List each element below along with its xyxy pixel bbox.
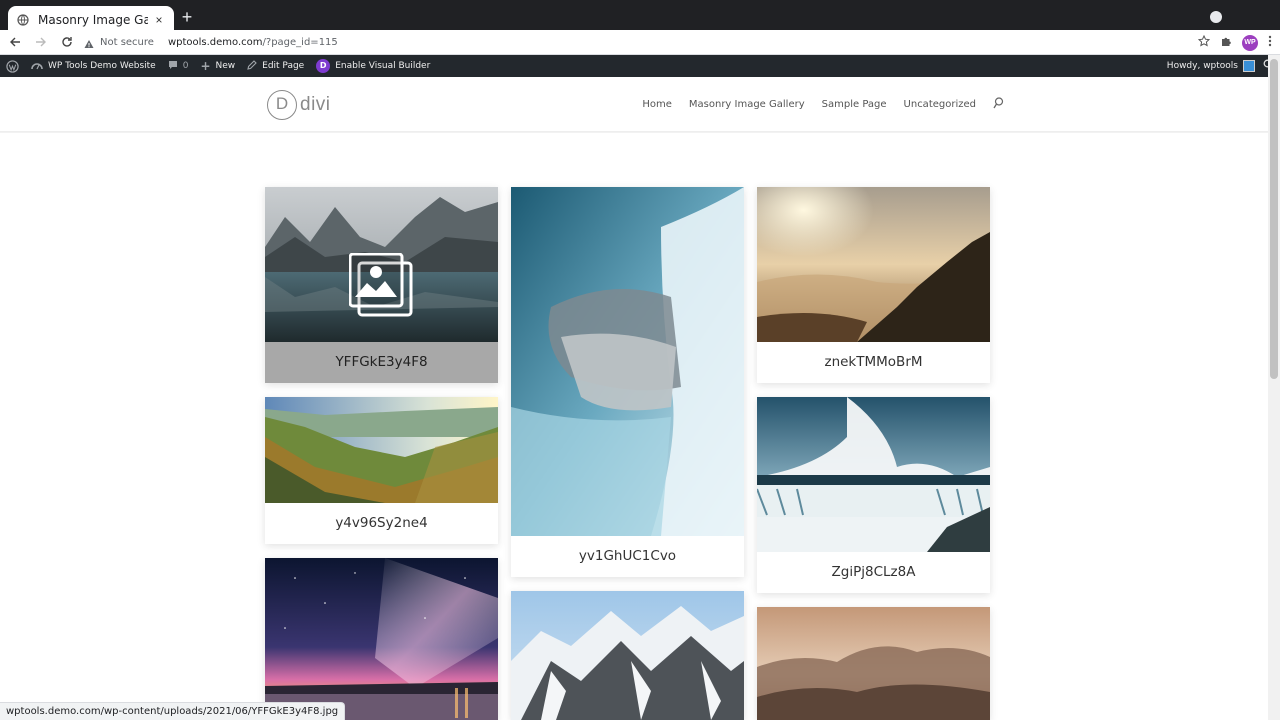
visual-builder-link[interactable]: D Enable Visual Builder [310, 55, 436, 77]
gallery-caption: znekTMMoBrM [824, 354, 923, 370]
warning-icon [84, 36, 94, 54]
wp-admin-bar: WP Tools Demo Website 0 + New Edit Page … [0, 55, 1280, 77]
browser-toolbar: Not secure wptools.demo.com/?page_id=115… [0, 30, 1280, 55]
extensions-puzzle-icon[interactable] [1220, 34, 1232, 52]
gallery-caption: yv1GhUC1Cvo [578, 548, 677, 564]
gallery-image[interactable] [265, 397, 498, 503]
nav-masonry-image-gallery[interactable]: Masonry Image Gallery [689, 99, 805, 110]
gallery-caption: ZgiPj8CLz8A [831, 564, 916, 580]
main-navigation: Home Masonry Image Gallery Sample Page U… [642, 97, 1004, 112]
gallery-item[interactable]: y4v96Sy2ne4 [265, 397, 498, 544]
gallery-item[interactable] [757, 607, 990, 720]
nav-uncategorized[interactable]: Uncategorized [904, 99, 976, 110]
site-name: WP Tools Demo Website [48, 61, 156, 71]
bookmark-star-icon[interactable] [1197, 34, 1211, 52]
gallery-item[interactable] [511, 591, 744, 720]
url-host: wptools.demo.com [167, 37, 263, 48]
browser-tabstrip: Masonry Image Gallery × + [0, 0, 1280, 34]
edit-page-link[interactable]: Edit Page [241, 55, 310, 77]
new-label: New [215, 61, 236, 71]
comments-count: 0 [182, 61, 189, 71]
menu-kebab-icon[interactable] [1268, 34, 1272, 52]
search-icon[interactable] [993, 97, 1004, 112]
address-bar[interactable]: Not secure wptools.demo.com/?page_id=115 [80, 33, 1200, 52]
comment-bubble-icon [168, 60, 178, 73]
page-scrollbar[interactable] [1268, 55, 1280, 720]
site-header: D divi Home Masonry Image Gallery Sample… [0, 77, 1268, 132]
new-tab-button[interactable]: + [178, 8, 196, 27]
comments-link[interactable]: 0 [162, 55, 195, 77]
gallery-image[interactable] [757, 187, 990, 342]
gallery-image[interactable] [511, 187, 744, 536]
gallery-caption: YFFGkE3y4F8 [265, 342, 498, 383]
gallery-item[interactable]: znekTMMoBrM [757, 187, 990, 383]
globe-icon [16, 13, 30, 27]
tab-title: Masonry Image Gallery [38, 13, 148, 27]
account-menu[interactable]: Howdy, wptools [1167, 55, 1255, 77]
gallery-item[interactable]: YFFGkE3y4F8 [265, 187, 498, 383]
scrollbar-thumb[interactable] [1270, 59, 1278, 379]
gallery-item[interactable]: ZgiPj8CLz8A [757, 397, 990, 593]
status-bar-url: wptools.demo.com/wp-content/uploads/2021… [0, 702, 346, 720]
toolbar-actions: WP [1197, 34, 1272, 52]
url-path: /?page_id=115 [262, 37, 338, 48]
site-name-link[interactable]: WP Tools Demo Website [25, 55, 162, 77]
gallery-image[interactable] [757, 607, 990, 720]
divi-builder-icon: D [316, 59, 331, 73]
plus-icon: + [200, 59, 211, 73]
wordpress-logo-icon[interactable] [0, 55, 25, 77]
gallery-zoom-icon[interactable] [348, 252, 415, 319]
back-icon[interactable] [4, 31, 26, 53]
visual-builder-label: Enable Visual Builder [335, 61, 431, 71]
logo-letter: D [267, 90, 297, 120]
pencil-icon [247, 59, 257, 73]
dashboard-gauge-icon [31, 60, 43, 73]
nav-sample-page[interactable]: Sample Page [822, 99, 887, 110]
forward-icon[interactable] [30, 31, 52, 53]
logo-word: divi [300, 94, 331, 115]
security-label: Not secure [100, 37, 154, 48]
gallery-item[interactable]: yv1GhUC1Cvo [511, 187, 744, 577]
gallery-caption: y4v96Sy2ne4 [335, 515, 428, 531]
divi-logo[interactable]: D divi [267, 90, 331, 120]
gallery-item[interactable] [265, 558, 498, 720]
gallery-image[interactable] [265, 558, 498, 720]
gallery-image[interactable] [511, 591, 744, 720]
new-content-link[interactable]: + New [194, 55, 241, 77]
reload-icon[interactable] [56, 31, 78, 53]
edit-page-label: Edit Page [262, 61, 305, 71]
tab-search-icon[interactable] [1210, 11, 1222, 23]
nav-home[interactable]: Home [642, 99, 672, 110]
gallery-image[interactable] [757, 397, 990, 552]
howdy-label: Howdy, wptools [1166, 61, 1238, 71]
tab-close-icon[interactable]: × [152, 13, 166, 27]
user-avatar [1243, 60, 1255, 72]
profile-avatar[interactable]: WP [1242, 35, 1258, 51]
